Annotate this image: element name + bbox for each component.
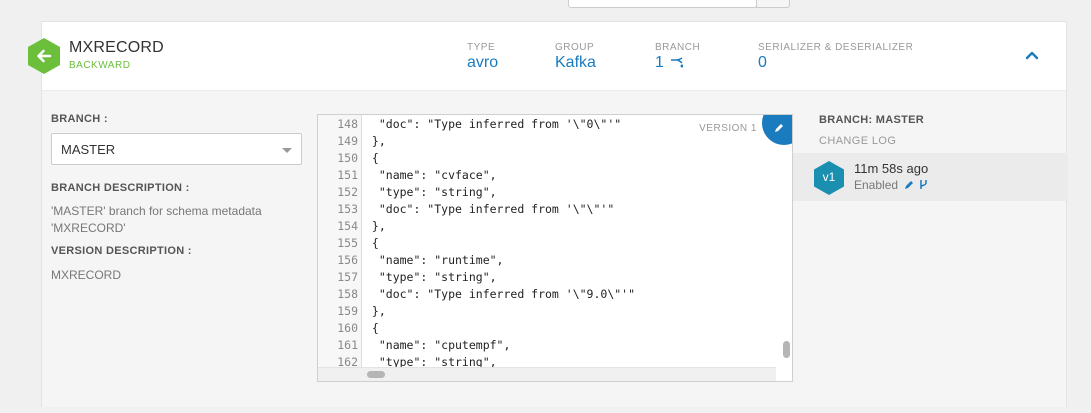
horizontal-scrollbar[interactable]: [367, 371, 385, 378]
code-text: "name": "cputempf",: [365, 338, 511, 352]
schema-card: MXRECORD BACKWARD TYPE avro GROUP Kafka …: [28, 21, 1068, 407]
serde-value[interactable]: 0: [758, 54, 913, 72]
code-text: {: [365, 236, 379, 250]
code-text: "doc": "Type inferred from '\"0\"'": [365, 117, 622, 131]
branch-select-value: MASTER: [61, 142, 116, 157]
line-number: 152: [337, 185, 358, 199]
version-desc-label: VERSION DESCRIPTION :: [51, 245, 192, 257]
type-label: TYPE: [467, 42, 496, 53]
branch-label: BRANCH: [655, 42, 701, 53]
code-text: "doc": "Type inferred from '\"9.0\"'": [365, 287, 636, 301]
line-number: 160: [337, 321, 358, 335]
version-time: 11m 58s ago: [854, 161, 929, 176]
chevron-up-icon[interactable]: [1024, 48, 1040, 60]
branch-field-label: BRANCH :: [51, 113, 108, 125]
serde-label: SERIALIZER & DESERIALIZER: [758, 42, 914, 53]
fork-icon[interactable]: [919, 179, 928, 190]
schema-code-editor[interactable]: 148 "doc": "Type inferred from '\"0\"'" 1…: [317, 114, 793, 382]
line-number: 148: [337, 117, 358, 131]
schema-name: MXRECORD: [69, 39, 164, 56]
code-text: {: [365, 321, 379, 335]
branch-icon: [670, 57, 683, 68]
code-text: "name": "cvface",: [365, 168, 497, 182]
pencil-icon: [775, 124, 783, 132]
edit-button[interactable]: [762, 115, 792, 145]
vertical-scrollbar[interactable]: [783, 341, 790, 358]
line-number: 155: [337, 236, 358, 250]
branch-desc-label: BRANCH DESCRIPTION :: [51, 182, 190, 194]
branch-count[interactable]: 1: [655, 54, 700, 72]
meta-type: TYPE avro: [467, 42, 498, 72]
branch-count-value: 1: [655, 54, 664, 71]
meta-serde: SERIALIZER & DESERIALIZER 0: [758, 42, 913, 72]
horizontal-scroll-track: [318, 367, 776, 381]
line-number: 158: [337, 287, 358, 301]
schema-body: BRANCH : MASTER BRANCH DESCRIPTION : 'MA…: [42, 91, 1068, 407]
line-number: 157: [337, 270, 358, 284]
changelog-label: CHANGE LOG: [819, 135, 897, 147]
line-number: 159: [337, 304, 358, 318]
schema-header: MXRECORD BACKWARD TYPE avro GROUP Kafka …: [28, 22, 1066, 91]
changelog-panel: BRANCH: MASTER CHANGE LOG v1 11m 58s ago…: [793, 91, 1068, 407]
line-number: 161: [337, 338, 358, 352]
branch-title: BRANCH: MASTER: [819, 114, 925, 126]
line-number: 156: [337, 253, 358, 267]
search-button[interactable]: [756, 0, 790, 8]
group-label: GROUP: [555, 42, 595, 53]
pencil-icon[interactable]: [904, 179, 915, 190]
meta-group: GROUP Kafka: [555, 42, 596, 72]
type-value: avro: [467, 54, 499, 71]
code-text: },: [365, 219, 386, 233]
editor-version-label: VERSION 1: [699, 123, 757, 134]
branch-description: 'MASTER' branch for schema metadata 'MXR…: [51, 204, 262, 235]
version-badge: v1: [814, 161, 844, 195]
back-arrow-icon[interactable]: [28, 38, 60, 74]
compatibility-label: BACKWARD: [69, 60, 131, 71]
code-text: "name": "runtime",: [365, 253, 504, 267]
code-text: {: [365, 151, 379, 165]
version-actions: [904, 179, 928, 190]
code-text: },: [365, 134, 386, 148]
caret-down-icon: [282, 148, 292, 153]
code-text: "type": "string",: [365, 270, 497, 284]
branch-select[interactable]: MASTER: [51, 133, 302, 165]
line-number: 154: [337, 219, 358, 233]
line-number: 149: [337, 134, 358, 148]
code-text: "doc": "Type inferred from '\"\"'": [365, 202, 615, 216]
version-description: MXRECORD: [51, 268, 122, 282]
version-state: Enabled: [854, 178, 899, 192]
version-entry[interactable]: v1 11m 58s ago Enabled: [793, 153, 1068, 201]
group-value: Kafka: [555, 54, 596, 71]
code-text: "type": "string",: [365, 185, 497, 199]
line-number: 151: [337, 168, 358, 182]
version-badge-label: v1: [822, 170, 836, 184]
code-text: },: [365, 304, 386, 318]
meta-branch: BRANCH 1: [655, 42, 700, 72]
line-number: 153: [337, 202, 358, 216]
search-input[interactable]: [568, 0, 757, 8]
line-number: 150: [337, 151, 358, 165]
